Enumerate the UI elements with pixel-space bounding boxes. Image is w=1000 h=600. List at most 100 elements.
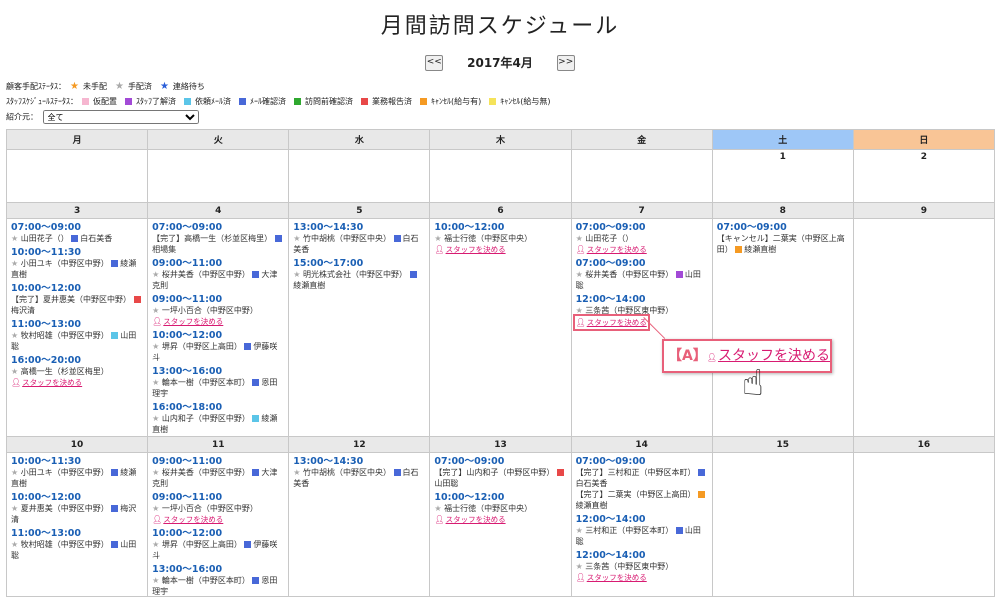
visit-time[interactable]: 11:00～13:00	[11, 528, 143, 539]
day-cell[interactable]	[711, 452, 854, 597]
visit-event[interactable]: 13:00～16:00 ★ 輪本一樹（中野区本町） 恩田理宇	[148, 564, 288, 597]
visit-time[interactable]: 07:00～09:00	[11, 222, 143, 233]
day-cell[interactable]: 2	[852, 149, 996, 203]
visit-time[interactable]: 07:00～09:00	[576, 456, 708, 467]
visit-time[interactable]: 16:00～20:00	[11, 355, 143, 366]
visit-time[interactable]: 13:00～14:30	[293, 456, 425, 467]
visit-event[interactable]: 07:00～09:00 ★ 山田花子（） 白石美香	[7, 222, 147, 244]
visit-time[interactable]: 13:00～16:00	[152, 564, 284, 575]
visit-time[interactable]: 12:00～14:00	[576, 294, 708, 305]
day-cell[interactable]	[288, 149, 431, 203]
star-icon: ★	[434, 234, 445, 243]
decide-staff-link[interactable]: スタッフを決める	[163, 317, 223, 326]
visit-event[interactable]: 10:00～11:30 ★ 小田ユキ（中野区中野） 綾瀬直樹	[7, 247, 147, 280]
visit-event[interactable]: 13:00～14:30 ★ 竹中胡桃（中野区中央） 白石美香	[289, 222, 429, 255]
callout-decide-link[interactable]: スタッフを決める	[718, 348, 830, 364]
visit-time[interactable]: 10:00～12:00	[152, 330, 284, 341]
visit-event[interactable]: 16:00～20:00 ★ 高橋一生（杉並区梅里） 👤︎スタッフを決める	[7, 355, 147, 388]
day-cell[interactable]: 1	[711, 149, 854, 203]
visit-event[interactable]: 09:00～11:00 ★ 一坪小百合（中野区中野） 👤︎スタッフを決める	[148, 294, 288, 327]
visit-time[interactable]: 15:00～17:00	[293, 258, 425, 269]
staff-name: 梅沢清	[11, 306, 35, 315]
day-cell[interactable]	[852, 452, 996, 597]
visit-event[interactable]: 11:00～13:00 ★ 牧村昭雄（中野区中野） 山田聡	[7, 319, 147, 352]
decide-staff-link[interactable]: スタッフを決める	[446, 515, 506, 524]
visit-event[interactable]: 07:00～09:00 【完了】三村和正（中野区本町） 白石美香	[572, 456, 712, 489]
visit-time[interactable]: 12:00～14:00	[576, 514, 708, 525]
next-month-button[interactable]: >>	[556, 54, 575, 71]
visit-event[interactable]: 09:00～11:00 ★ 桜井美香（中野区中野） 大津克則	[148, 258, 288, 291]
visit-event[interactable]: 07:00～09:00 ★ 桜井美香（中野区中野） 山田聡	[572, 258, 712, 291]
visit-event[interactable]: 10:00～11:30 ★ 小田ユキ（中野区中野） 綾瀬直樹	[7, 456, 147, 489]
visit-time[interactable]: 10:00～11:30	[11, 247, 143, 258]
visit-time[interactable]: 09:00～11:00	[152, 258, 284, 269]
visit-time[interactable]: 09:00～11:00	[152, 294, 284, 305]
decide-staff-link[interactable]: スタッフを決める	[587, 573, 647, 582]
visit-event[interactable]: 07:00～09:00 【完了】山内和子（中野区中野） 山田聡	[430, 456, 570, 489]
visit-time[interactable]: 10:00～12:00	[434, 492, 566, 503]
visit-time[interactable]: 11:00～13:00	[11, 319, 143, 330]
visit-event[interactable]: 10:00～12:00 【完了】夏井惠美（中野区中野） 梅沢清	[7, 283, 147, 316]
visit-event[interactable]: 11:00～13:00 ★ 牧村昭雄（中野区中野） 山田聡	[7, 528, 147, 561]
visit-event[interactable]: 10:00～12:00 ★ 福士行徳（中野区中央） 👤︎スタッフを決める	[430, 222, 570, 255]
visit-time[interactable]: 07:00～09:00	[576, 258, 708, 269]
visit-time[interactable]: 07:00～09:00	[434, 456, 566, 467]
day-cell[interactable]: 13:00～14:30 ★ 竹中胡桃（中野区中央） 白石美香	[288, 452, 431, 597]
visit-time[interactable]: 10:00～12:00	[152, 528, 284, 539]
visit-event[interactable]: 10:00～12:00 ★ 福士行徳（中野区中央） 👤︎スタッフを決める	[430, 492, 570, 525]
visit-time[interactable]: 12:00～14:00	[576, 550, 708, 561]
decide-staff-link[interactable]: スタッフを決める	[22, 378, 82, 387]
visit-event[interactable]: 10:00～12:00 ★ 堺昇（中野区上高田） 伊藤咲斗	[148, 330, 288, 363]
referral-select[interactable]: 全て	[42, 110, 199, 124]
decide-staff-link[interactable]: スタッフを決める	[587, 318, 647, 327]
visit-event[interactable]: 12:00～14:00 ★ 三条茜（中野区東中野） 👤︎スタッフを決める	[572, 550, 712, 583]
day-cell[interactable]: 07:00～09:00 【完了】高橋一生（杉並区梅里） 相場集 09:00～11:0…	[147, 218, 290, 437]
day-cell[interactable]	[147, 149, 290, 203]
day-cell[interactable]: 13:00～14:30 ★ 竹中胡桃（中野区中央） 白石美香 15:00～17:00…	[288, 218, 431, 437]
visit-time[interactable]: 10:00～11:30	[11, 456, 143, 467]
day-cell[interactable]: 07:00～09:00 ★ 山田花子（） 👤︎スタッフを決める 07:00～09:00…	[570, 218, 713, 437]
day-cell[interactable]	[570, 149, 713, 203]
day-cell[interactable]: 07:00～09:00 【完了】三村和正（中野区本町） 白石美香 【完了】二葉実（中…	[570, 452, 713, 597]
visit-event[interactable]: 07:00～09:00 【キャンセル】二葉実（中野区上高田） 綾瀬直樹	[713, 222, 853, 255]
staff-status-0: 仮配置	[82, 97, 121, 106]
day-cell[interactable]	[5, 149, 149, 203]
day-cell[interactable]: 09:00～11:00 ★ 桜井美香（中野区中野） 大津克則 09:00～11:00…	[147, 452, 290, 597]
day-cell[interactable]: 07:00～09:00 【完了】山内和子（中野区中野） 山田聡 10:00～12:0…	[429, 452, 572, 597]
visit-event[interactable]: 07:00～09:00 ★ 山田花子（） 👤︎スタッフを決める	[572, 222, 712, 255]
visit-time[interactable]: 10:00～12:00	[11, 492, 143, 503]
visit-event[interactable]: 15:00～17:00 ★ 明光株式会社（中野区中野） 綾瀬直樹	[289, 258, 429, 291]
visit-time[interactable]: 09:00～11:00	[152, 456, 284, 467]
customer-name: 竹中胡桃（中野区中央）	[303, 468, 391, 477]
visit-event[interactable]: 10:00～12:00 ★ 堺昇（中野区上高田） 伊藤咲斗	[148, 528, 288, 561]
visit-time[interactable]: 13:00～16:00	[152, 366, 284, 377]
visit-event[interactable]: 13:00～14:30 ★ 竹中胡桃（中野区中央） 白石美香	[289, 456, 429, 489]
visit-event[interactable]: 【完了】二葉実（中野区上高田） 綾瀬直樹	[572, 489, 712, 511]
visit-time[interactable]: 10:00～12:00	[11, 283, 143, 294]
decide-staff-link[interactable]: スタッフを決める	[163, 515, 223, 524]
visit-time[interactable]: 13:00～14:30	[293, 222, 425, 233]
day-cell[interactable]: 07:00～09:00 【キャンセル】二葉実（中野区上高田） 綾瀬直樹	[711, 218, 854, 437]
visit-event[interactable]: 12:00～14:00 ★ 三村和正（中野区本町） 山田聡	[572, 514, 712, 547]
day-cell[interactable]: 07:00～09:00 ★ 山田花子（） 白石美香 10:00～11:30 ★ 小田ユ…	[5, 218, 149, 437]
visit-time[interactable]: 07:00～09:00	[152, 222, 284, 233]
day-cell[interactable]: 10:00～11:30 ★ 小田ユキ（中野区中野） 綾瀬直樹 10:00～12:00…	[5, 452, 149, 597]
visit-time[interactable]: 07:00～09:00	[717, 222, 849, 233]
prev-month-button[interactable]: <<	[425, 54, 444, 71]
visit-event[interactable]: 09:00～11:00 ★ 一坪小百合（中野区中野） 👤︎スタッフを決める	[148, 492, 288, 525]
day-cell[interactable]	[429, 149, 572, 203]
day-cell[interactable]	[852, 218, 996, 437]
decide-staff-link[interactable]: スタッフを決める	[446, 245, 506, 254]
visit-event[interactable]: 16:00～18:00 ★ 山内和子（中野区中野） 綾瀬直樹	[148, 402, 288, 435]
decide-staff-link[interactable]: スタッフを決める	[587, 245, 647, 254]
visit-event[interactable]: 09:00～11:00 ★ 桜井美香（中野区中野） 大津克則	[148, 456, 288, 489]
visit-time[interactable]: 09:00～11:00	[152, 492, 284, 503]
visit-time[interactable]: 10:00～12:00	[434, 222, 566, 233]
visit-event[interactable]: 13:00～16:00 ★ 輪本一樹（中野区本町） 恩田理宇	[148, 366, 288, 399]
visit-event[interactable]: 07:00～09:00 【完了】高橋一生（杉並区梅里） 相場集	[148, 222, 288, 255]
visit-time[interactable]: 07:00～09:00	[576, 222, 708, 233]
visit-time[interactable]: 16:00～18:00	[152, 402, 284, 413]
visit-event[interactable]: 12:00～14:00 ★ 三条茜（中野区東中野） 👤︎スタッフを決める	[572, 294, 712, 331]
day-cell[interactable]: 10:00～12:00 ★ 福士行徳（中野区中央） 👤︎スタッフを決める	[429, 218, 572, 437]
visit-event[interactable]: 10:00～12:00 ★ 夏井惠美（中野区中野） 梅沢清	[7, 492, 147, 525]
